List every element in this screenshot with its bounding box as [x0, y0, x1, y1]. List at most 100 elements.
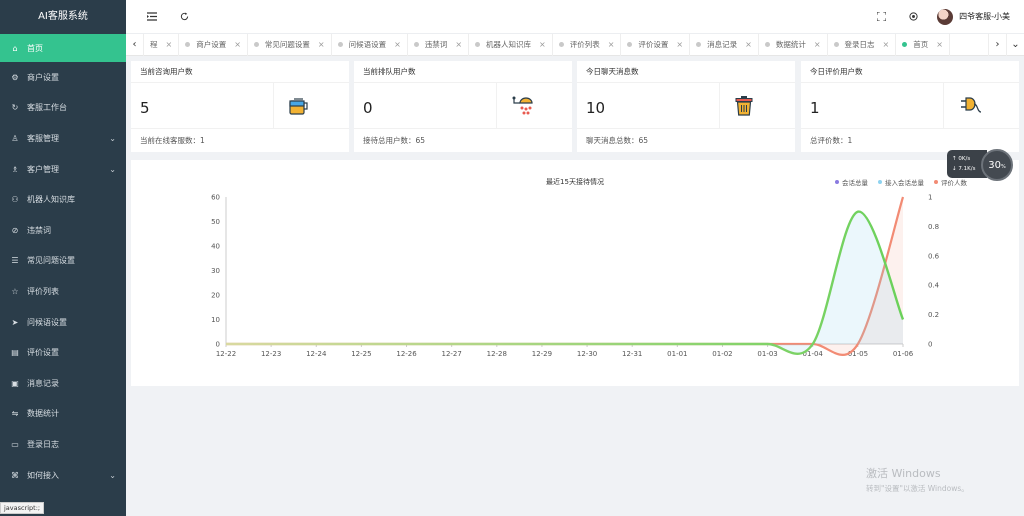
- x-tick-label: 12-30: [577, 350, 597, 358]
- sidebar-item-3[interactable]: ♙ 客服管理 ⌄: [0, 123, 126, 154]
- tab-9[interactable]: 数据统计 ×: [759, 33, 828, 56]
- windows-activation-watermark: 激活 Windows 转到"设置"以激活 Windows。: [866, 465, 969, 494]
- tab-status-dot: [558, 42, 564, 47]
- sidebar: AI客服系统 ⌂ 首页 ⚙ 商户设置 ↻ 客服工作台 ♙ 客服管理 ⌄ ♗ 客户管理 ⌄ ⚇ 机器人知识库…: [0, 0, 126, 516]
- x-tick-label: 12-28: [487, 350, 507, 358]
- brand-title: AI客服系统: [38, 11, 88, 22]
- tab-4[interactable]: 违禁词 ×: [408, 33, 470, 56]
- close-icon[interactable]: ×: [394, 40, 401, 49]
- sidebar-item-label: 首页: [27, 43, 43, 53]
- y-left-tick-label: 60: [211, 194, 220, 202]
- tab-2[interactable]: 常见问题设置 ×: [248, 33, 332, 56]
- tab-11[interactable]: 首页 ×: [896, 33, 950, 56]
- sidebar-item-0[interactable]: ⌂ 首页: [0, 34, 126, 62]
- close-icon[interactable]: ×: [608, 40, 615, 49]
- x-tick-label: 12-25: [351, 350, 371, 358]
- sidebar-item-5[interactable]: ⚇ 机器人知识库: [0, 184, 126, 215]
- sidebar-item-7[interactable]: ☰ 常见问题设置: [0, 246, 126, 277]
- tab-dropdown-icon[interactable]: ⌄: [1006, 33, 1024, 56]
- card-title: 当前排队用户数: [354, 61, 572, 83]
- tab-scroll-right-icon[interactable]: ›: [988, 33, 1006, 56]
- close-icon[interactable]: ×: [883, 40, 890, 49]
- tab-1[interactable]: 商户设置 ×: [179, 33, 248, 56]
- sidebar-item-12[interactable]: ⇋ 数据统计: [0, 399, 126, 430]
- card-value: 5: [140, 99, 150, 117]
- tab-label: 评价设置: [638, 40, 669, 49]
- close-icon[interactable]: ×: [166, 40, 173, 49]
- user-menu[interactable]: 四爷客服-小美: [937, 8, 1010, 25]
- close-icon[interactable]: ×: [234, 40, 241, 49]
- y-right-tick-label: 0.6: [928, 252, 940, 260]
- sidebar-item-11[interactable]: ▣ 消息记录: [0, 368, 126, 399]
- stats-icon: ⇋: [11, 409, 19, 419]
- reception-chart-panel: 最近15天接待情况 会话总量 接入会话总量 评价人数 0 10 20 30 40 50 60 0 0…: [131, 160, 1019, 386]
- tab-status-dot: [627, 42, 633, 47]
- tab-scroll-left-icon[interactable]: ‹: [126, 33, 144, 56]
- refresh-icon: ↻: [11, 103, 19, 113]
- download-arrow-icon: ↓: [952, 166, 957, 172]
- close-icon[interactable]: ×: [539, 40, 546, 49]
- series-line-sessions: [226, 210, 905, 355]
- sidebar-item-label: 登录日志: [27, 439, 59, 449]
- y-right-tick-label: 1: [928, 194, 932, 202]
- tab-0[interactable]: 程 ×: [144, 33, 180, 56]
- tab-10[interactable]: 登录日志 ×: [828, 33, 897, 56]
- tab-8[interactable]: 消息记录 ×: [690, 33, 759, 56]
- close-icon[interactable]: ×: [318, 40, 325, 49]
- tab-label: 商户设置: [196, 40, 227, 49]
- sidebar-item-9[interactable]: ➤ 问候语设置: [0, 307, 126, 338]
- tab-status-dot: [696, 42, 702, 47]
- sidebar-item-label: 客户管理: [27, 164, 59, 174]
- x-tick-label: 12-27: [441, 350, 461, 358]
- card-value: 0: [363, 99, 373, 117]
- sidebar-item-6[interactable]: ⊘ 违禁词: [0, 215, 126, 246]
- sidebar-item-13[interactable]: ▭ 登录日志: [0, 429, 126, 460]
- tab-7[interactable]: 评价设置 ×: [621, 33, 691, 56]
- y-right-tick-label: 0.2: [928, 311, 939, 319]
- user-name: 四爷客服-小美: [959, 12, 1010, 21]
- refresh-icon[interactable]: [176, 9, 192, 25]
- sidebar-item-8[interactable]: ☆ 评价列表: [0, 276, 126, 307]
- sidebar-item-label: 评价列表: [27, 286, 59, 296]
- sidebar-item-14[interactable]: ⌘ 如何接入 ⌄: [0, 460, 126, 491]
- x-tick-label: 01-06: [893, 350, 914, 358]
- plug-icon: [943, 83, 1019, 128]
- card-value: 10: [586, 99, 606, 117]
- sidebar-item-10[interactable]: ▤ 评价设置: [0, 337, 126, 368]
- sidebar-item-1[interactable]: ⚙ 商户设置: [0, 62, 126, 93]
- fullscreen-icon[interactable]: [873, 9, 889, 25]
- tab-label: 评价列表: [569, 40, 600, 49]
- sidebar-item-2[interactable]: ↻ 客服工作台: [0, 93, 126, 124]
- tab-bar: ‹ 程 × 商户设置 × 常见问题设置 × 问候语设置 × 违禁词 × 机器人知识库 × 评价列表 × 评价…: [126, 33, 1024, 56]
- y-left-tick-label: 20: [211, 292, 220, 300]
- star-icon: ☆: [11, 286, 19, 296]
- network-speed-widget[interactable]: ↑ 0K/s ↓ 7.1K/s 30%: [947, 149, 1013, 181]
- sidebar-item-label: 机器人知识库: [27, 195, 75, 205]
- y-right-tick-label: 0.4: [928, 282, 940, 290]
- sidebar-item-4[interactable]: ♗ 客户管理 ⌄: [0, 154, 126, 185]
- chevron-down-icon: ⌄: [109, 164, 116, 174]
- sidebar-item-label: 客服管理: [27, 133, 59, 143]
- close-icon[interactable]: ×: [676, 40, 683, 49]
- stat-card-consulting: 当前咨询用户数 5 当前在线客服数：1: [131, 61, 349, 152]
- tab-label: 机器人知识库: [486, 40, 532, 49]
- menu-toggle-icon[interactable]: [144, 9, 160, 25]
- speed-percent-ring: 30%: [981, 149, 1013, 181]
- close-icon[interactable]: ×: [745, 40, 752, 49]
- message-icon: ▣: [11, 378, 19, 388]
- tab-label: 违禁词: [424, 40, 448, 49]
- chevron-down-icon: ⌄: [109, 133, 116, 143]
- tab-5[interactable]: 机器人知识库 ×: [469, 33, 553, 56]
- close-icon[interactable]: ×: [936, 40, 943, 49]
- tab-6[interactable]: 评价列表 ×: [553, 33, 622, 56]
- close-icon[interactable]: ×: [455, 40, 462, 49]
- theme-icon[interactable]: [905, 9, 921, 25]
- series-line-ratings: [226, 196, 905, 356]
- tab-3[interactable]: 问候语设置 ×: [332, 33, 408, 56]
- y-left-tick-label: 50: [211, 218, 220, 226]
- x-tick-label: 12-26: [396, 350, 417, 358]
- download-unit: K/s: [967, 166, 976, 172]
- close-icon[interactable]: ×: [814, 40, 821, 49]
- upload-unit: K/s: [961, 156, 971, 162]
- question-icon: ☰: [11, 256, 19, 266]
